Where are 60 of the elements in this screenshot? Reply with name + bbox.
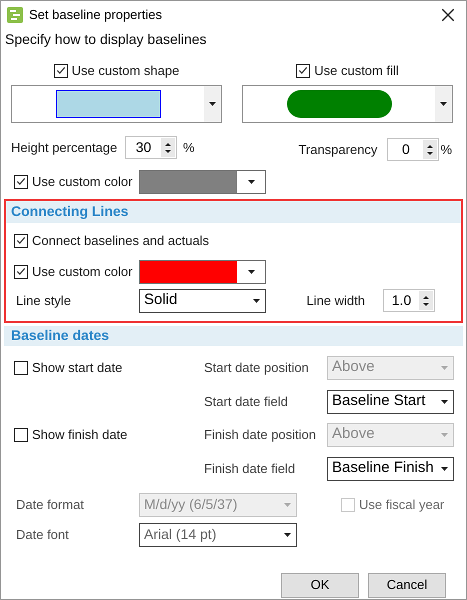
dropdown[interactable]: Baseline Start (327, 390, 454, 414)
close-icon[interactable] (440, 7, 456, 23)
dropdown-arrow-icon (209, 102, 216, 106)
fill-dropdown[interactable] (242, 84, 453, 122)
spinner-arrows-icon (423, 140, 438, 159)
field-label: Line width (306, 292, 365, 310)
field-label: Height percentage (11, 138, 118, 157)
field-label: Finish date field (204, 460, 296, 478)
checkbox[interactable] (14, 234, 28, 248)
spinner-arrows-icon (419, 291, 433, 310)
dropdown[interactable]: Arial (14 pt) (139, 522, 297, 546)
dropdown[interactable]: Baseline Finish (327, 456, 454, 480)
app-icon (7, 7, 23, 23)
checkbox[interactable] (14, 428, 28, 442)
dropdown-arrow-icon (248, 270, 254, 274)
dropdown-arrow-icon (252, 298, 260, 302)
dialog-button[interactable]: OK (281, 572, 359, 598)
dialog-subtitle: Specify how to display baselines (4, 30, 208, 49)
spinner-arrows-icon (161, 138, 175, 157)
number-spinner[interactable]: 30 (125, 136, 177, 159)
dropdown-arrow-icon (440, 366, 448, 370)
dialog-button[interactable]: Cancel (368, 572, 446, 598)
checkbox[interactable] (14, 174, 28, 188)
checkbox[interactable] (14, 360, 28, 374)
checkbox-label: Show start date (32, 358, 122, 377)
dropdown-arrow-icon (440, 400, 448, 404)
unit-label: % (440, 140, 452, 159)
field-label: Transparency (298, 140, 378, 159)
section-header: Baseline dates (4, 326, 463, 346)
field-label: Start date position (204, 358, 310, 377)
dropdown-arrow-icon (248, 180, 254, 184)
checkbox-label: Use custom shape (72, 62, 180, 80)
number-spinner[interactable]: 1.0 (383, 289, 435, 312)
field-label: Line style (16, 292, 72, 310)
checkbox[interactable] (54, 64, 68, 78)
checkbox-label: Use fiscal year (359, 496, 444, 514)
checkbox[interactable] (296, 64, 310, 78)
checkbox-label: Use custom fill (314, 62, 399, 80)
field-label: Date font (16, 526, 70, 544)
checkbox-label: Use custom color (32, 172, 132, 191)
checkbox-label: Show finish date (32, 426, 128, 444)
color-dropdown[interactable] (139, 260, 266, 284)
shape-dropdown[interactable] (11, 84, 222, 122)
checkbox-label: Connect baselines and actuals (32, 232, 210, 250)
section-header: Connecting Lines (6, 200, 461, 222)
dropdown-arrow-icon (440, 466, 448, 470)
window-title: Set baseline properties (29, 6, 163, 24)
unit-label: % (183, 138, 195, 157)
color-dropdown[interactable] (139, 170, 266, 194)
field-label: Date format (16, 496, 85, 514)
field-label: Finish date position (204, 426, 318, 444)
dropdown-arrow-icon (440, 432, 448, 436)
number-spinner[interactable]: 0 (387, 138, 440, 161)
dropdown-arrow-icon (284, 502, 290, 506)
field-label: Start date field (204, 392, 289, 411)
dropdown-arrow-icon (440, 102, 447, 106)
checkbox-label: Use custom color (32, 262, 132, 281)
dropdown-arrow-icon (284, 532, 290, 536)
checkbox[interactable] (14, 264, 28, 278)
dropdown[interactable]: Solid (139, 288, 266, 312)
